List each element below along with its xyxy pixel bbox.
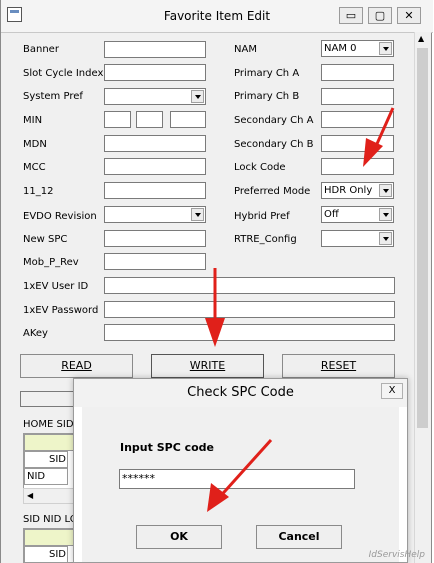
watermark: IdServisHelp [368,550,425,560]
lock-code-arrow-head [363,138,383,167]
ok-arrow-shaft [215,438,273,502]
favorite-item-edit-window: Favorite Item Edit ▭ ▢ ✕ Banner Slot Cyc… [0,0,433,563]
write-arrow-head [205,318,225,347]
ok-arrow-head [207,483,229,512]
annotation-arrows [205,107,395,512]
